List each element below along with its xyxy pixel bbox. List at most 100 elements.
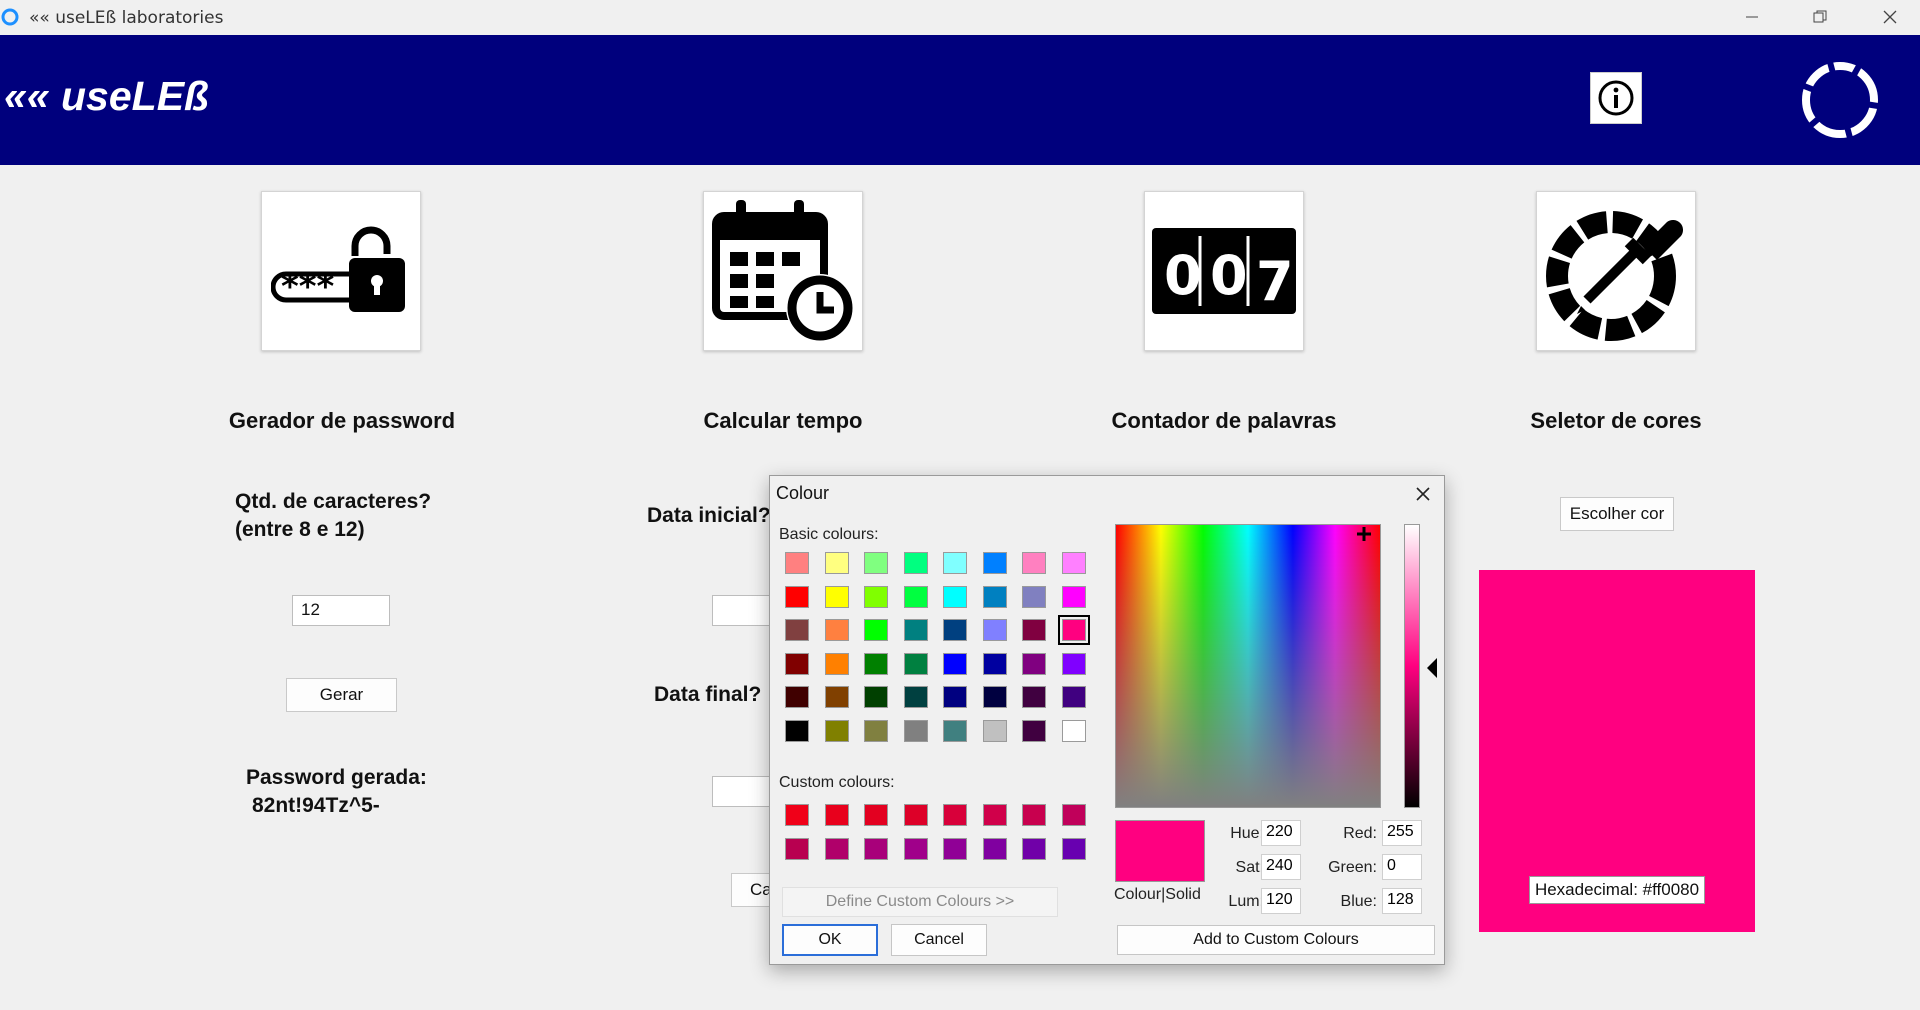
colour-swatch[interactable] [824,585,849,608]
color-selector-heading: Seletor de cores [1530,408,1702,433]
colour-swatch[interactable] [785,686,809,708]
colour-swatch[interactable] [1022,552,1046,574]
colour-swatch[interactable] [903,837,928,860]
lum-input[interactable]: 120 [1261,888,1301,914]
colour-swatch[interactable] [1022,585,1046,608]
colour-swatch[interactable] [943,686,967,708]
define-custom-colours-button[interactable]: Define Custom Colours >> [782,887,1058,917]
colour-swatch[interactable] [982,686,1007,708]
color-selector-card[interactable] [1536,191,1696,351]
colour-swatch[interactable] [943,585,967,608]
end-date-input[interactable] [712,776,772,807]
colour-swatch[interactable] [864,552,888,574]
colour-swatch[interactable] [864,837,888,860]
colour-swatch[interactable] [903,552,928,574]
word-counter-card[interactable]: 0 0 7 [1144,191,1304,351]
colour-swatch[interactable] [824,552,849,574]
counter-digit: 7 [1256,250,1294,313]
colour-swatch[interactable] [1022,619,1046,641]
colour-swatch[interactable] [824,719,849,742]
info-button[interactable] [1590,72,1642,124]
colour-swatch[interactable] [1061,652,1086,675]
colour-swatch[interactable] [982,585,1007,608]
hue-input[interactable]: 220 [1261,820,1301,846]
ok-button[interactable]: OK [782,924,878,956]
settings-aperture-button[interactable] [1800,60,1880,140]
colour-swatch[interactable] [943,619,967,641]
calendar-clock-icon [712,200,854,342]
colour-swatch[interactable] [943,719,967,742]
colour-swatch[interactable] [864,719,888,742]
close-window-button[interactable] [1860,0,1920,34]
colour-swatch[interactable] [1022,652,1046,675]
colour-swatch[interactable] [943,837,967,860]
colour-swatch[interactable] [982,804,1007,826]
app-icon [1,8,19,26]
colour-swatch[interactable] [864,804,888,826]
colour-swatch[interactable] [1057,615,1090,645]
minimize-button[interactable] [1722,0,1782,34]
colour-swatch[interactable] [982,652,1007,675]
colour-swatch[interactable] [864,652,888,675]
colour-swatch[interactable] [824,619,849,641]
colour-swatch[interactable] [785,585,809,608]
colour-swatch[interactable] [903,804,928,826]
colour-swatch[interactable] [903,719,928,742]
colour-swatch[interactable] [982,837,1007,860]
colour-swatch[interactable] [824,837,849,860]
colour-swatch[interactable] [864,585,888,608]
colour-swatch[interactable] [1022,719,1046,742]
colour-solid-label: Colour|Solid [1114,886,1201,903]
password-generator-card[interactable]: *** [261,191,421,351]
generate-button[interactable]: Gerar [286,678,397,712]
green-input[interactable]: 0 [1382,854,1422,880]
colour-swatch[interactable] [903,619,928,641]
colour-swatch[interactable] [864,686,888,708]
sat-input[interactable]: 240 [1261,854,1301,880]
colour-swatch[interactable] [785,552,809,574]
colour-swatch[interactable] [785,719,809,742]
colour-swatch[interactable] [824,652,849,675]
colour-swatch[interactable] [1061,719,1086,742]
colour-swatch[interactable] [1022,837,1046,860]
colour-swatch[interactable] [824,686,849,708]
colour-swatch[interactable] [903,686,928,708]
colour-swatch[interactable] [903,585,928,608]
cancel-button[interactable]: Cancel [891,924,987,956]
colour-swatch[interactable] [824,804,849,826]
colour-swatch[interactable] [1061,837,1086,860]
colour-swatch[interactable] [1061,552,1086,574]
colour-swatch[interactable] [943,804,967,826]
start-date-input[interactable] [712,595,772,626]
colour-swatch[interactable] [785,619,809,641]
colour-swatch[interactable] [982,552,1007,574]
colour-swatch[interactable] [785,652,809,675]
blue-input[interactable]: 128 [1382,888,1422,914]
colour-spectrum[interactable] [1115,524,1381,808]
time-calculator-card[interactable] [703,191,863,351]
luminance-arrow-icon[interactable] [1426,658,1438,678]
colour-swatch[interactable] [1022,804,1046,826]
colour-swatch[interactable] [943,652,967,675]
restore-button[interactable] [1790,0,1850,34]
end-date-label: Data final? [654,683,762,706]
luminance-slider[interactable] [1404,524,1420,808]
choose-color-button[interactable]: Escolher cor [1560,497,1674,531]
add-to-custom-colours-button[interactable]: Add to Custom Colours [1117,925,1435,955]
calculate-button[interactable]: Ca [731,873,772,907]
qty-input[interactable]: 12 [292,595,390,626]
colour-swatch[interactable] [903,652,928,675]
colour-swatch[interactable] [982,619,1007,641]
colour-swatch[interactable] [785,837,809,860]
colour-swatch[interactable] [785,804,809,826]
colour-swatch[interactable] [864,619,888,641]
dialog-close-button[interactable] [1405,478,1441,510]
colour-swatch[interactable] [1061,686,1086,708]
colour-swatch[interactable] [1061,804,1086,826]
colour-swatch[interactable] [1022,686,1046,708]
colour-swatch[interactable] [982,719,1007,742]
password-result-label: Password gerada: [246,766,427,789]
colour-swatch[interactable] [1061,585,1086,608]
colour-swatch[interactable] [943,552,967,574]
red-input[interactable]: 255 [1382,820,1422,846]
